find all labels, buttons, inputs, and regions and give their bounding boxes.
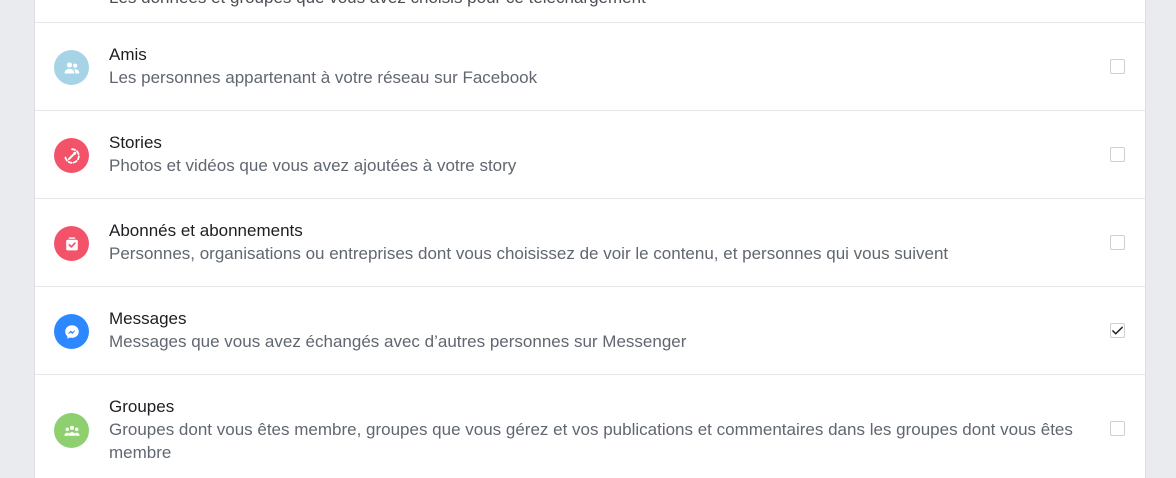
friends-icon-glyph [64,61,79,73]
download-options-panel: Les données et groupes que vous avez cho… [34,0,1146,478]
previous-item-partial: Les données et groupes que vous avez cho… [35,0,1145,23]
groups-icon [54,413,89,448]
messenger-icon-glyph [64,324,79,339]
option-description: Personnes, organisations ou entreprises … [109,244,949,263]
option-checkbox-stories[interactable] [1110,147,1125,162]
stories-icon [54,138,89,173]
option-row-friends[interactable]: Amis Les personnes appartenant à votre r… [35,23,1145,111]
followers-icon [54,226,89,261]
option-title: Amis [109,45,147,64]
option-description: Les personnes appartenant à votre réseau… [109,68,538,87]
checkmark-icon [1112,326,1123,335]
option-title: Messages [109,309,187,328]
option-checkbox-followers[interactable] [1110,235,1125,250]
option-checkbox-friends[interactable] [1110,59,1125,74]
previous-item-text: Les données et groupes que vous avez cho… [109,0,646,8]
option-row-messages[interactable]: Messages Messages que vous avez échangés… [35,287,1145,375]
option-description: Photos et vidéos que vous avez ajoutées … [109,156,517,175]
option-row-stories[interactable]: Stories Photos et vidéos que vous avez a… [35,111,1145,199]
friends-icon [54,50,89,85]
messenger-icon [54,314,89,349]
option-description: Messages que vous avez échangés avec d’a… [109,332,687,351]
option-checkbox-messages[interactable] [1110,323,1125,338]
option-checkbox-groups[interactable] [1110,421,1125,436]
stories-icon-glyph [63,147,80,164]
groups-icon-glyph [63,425,80,436]
option-row-groups[interactable]: Groupes Groupes dont vous êtes membre, g… [35,375,1145,478]
option-description: Groupes dont vous êtes membre, groupes q… [109,420,1073,462]
option-title: Groupes [109,397,175,416]
followers-icon-glyph [65,236,78,250]
option-title: Abonnés et abonnements [109,221,303,240]
option-row-followers[interactable]: Abonnés et abonnements Personnes, organi… [35,199,1145,287]
option-title: Stories [109,133,162,152]
